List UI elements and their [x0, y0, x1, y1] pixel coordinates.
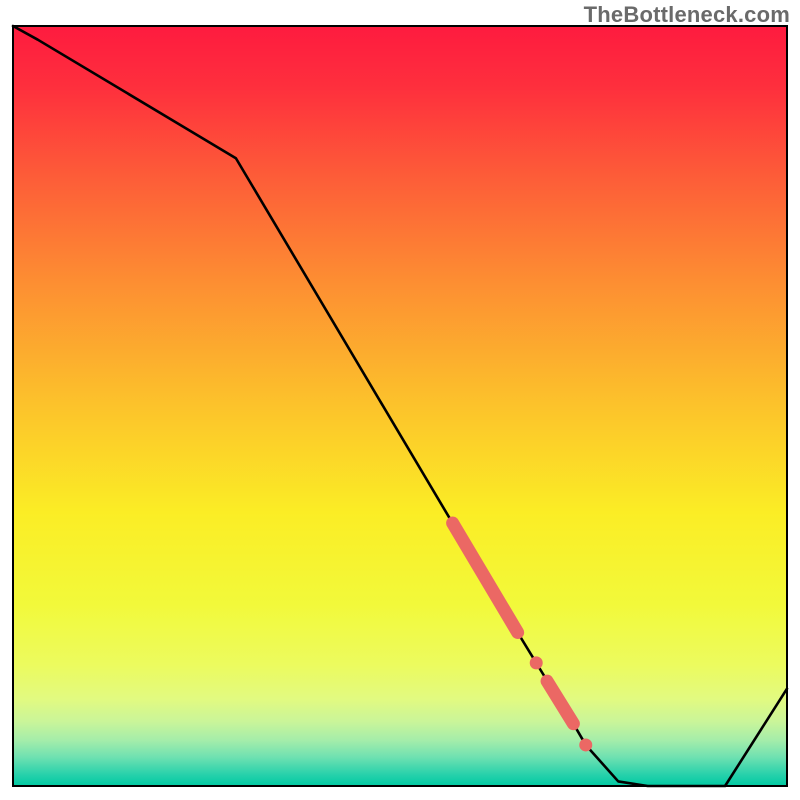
bottleneck-chart: TheBottleneck.com: [0, 0, 800, 800]
plot-background: [13, 26, 787, 786]
chart-svg: [0, 0, 800, 800]
highlight-dot-1: [530, 656, 543, 669]
watermark-text: TheBottleneck.com: [584, 2, 790, 28]
highlight-dot-3: [579, 738, 592, 751]
